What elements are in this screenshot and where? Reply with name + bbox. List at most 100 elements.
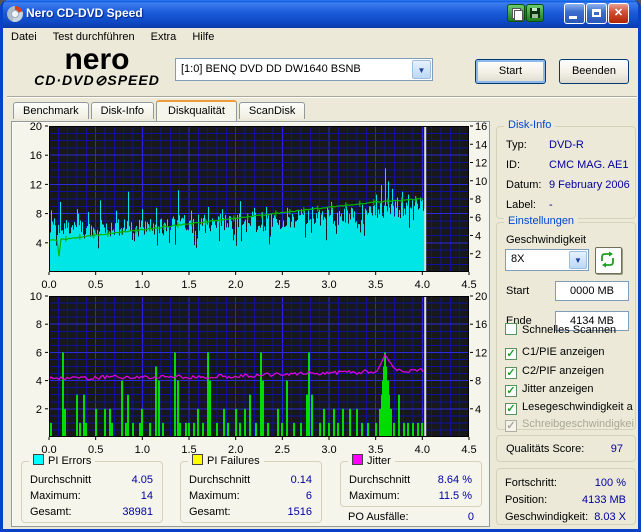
svg-text:6: 6 [475,212,481,224]
legend-swatch [352,454,363,465]
minimize-button[interactable] [564,3,585,24]
svg-text:1.0: 1.0 [135,279,150,290]
stats-value: 14 [140,490,153,502]
stats-label: Maximum: [349,490,400,502]
quit-button[interactable]: Beenden [559,59,629,84]
stats-row: Gesamt: 38981 [22,506,162,520]
refresh-button[interactable] [595,247,622,274]
disk-info-label: ID: [506,159,521,171]
progress-label: Geschwindigkeit: [505,511,589,523]
checkbox-icon[interactable]: ✓ [505,385,517,397]
close-button[interactable]: ✕ [608,3,629,24]
stats-label: Maximum: [189,490,240,502]
svg-text:3.0: 3.0 [321,444,336,456]
checkbox-jitter-anzeigen[interactable]: ✓ Jitter anzeigen [505,383,594,398]
stats-row: Maximum: 11.5 % [341,490,481,504]
app-icon [7,6,23,22]
checkbox-label: C2/PIF anzeigen [522,365,604,377]
stats-label: Gesamt: [30,506,72,518]
disk-info-title: Disk-Info [504,119,556,131]
checkbox-label: C1/PIE anzeigen [522,346,605,358]
stats-row: Durchschnitt 0.14 [181,474,321,488]
save-report-button[interactable] [526,4,544,22]
speed-selector[interactable]: 8X ▼ [505,249,589,271]
stats-value: 11.5 % [438,490,472,502]
title-bar[interactable]: Nero CD-DVD Speed ✕ [3,0,638,28]
maximize-button[interactable] [586,3,607,24]
svg-text:4: 4 [36,376,42,388]
checkbox-label: Lesegeschwindigkeit a [522,401,633,413]
progress-value: 4133 MB [581,494,626,506]
checkbox-schnelles-scannen[interactable]: Schnelles Scannen [505,323,616,338]
start-position-field[interactable]: 0000 MB [555,281,629,301]
progress-row: Geschwindigkeit: 8.03 X [497,511,635,525]
progress-box: Fortschritt: 100 % Position: 4133 MB Geschwi… [496,468,636,525]
checkbox-schreibgeschwindigkei[interactable]: ✓ Schreibgeschwindigkei [505,418,634,433]
stats-label: Durchschnitt [349,474,411,486]
svg-text:20: 20 [30,121,42,133]
stats-value: 0.14 [290,474,312,486]
checkbox-c1-pie-anzeigen[interactable]: ✓ C1/PIE anzeigen [505,346,605,361]
svg-text:20: 20 [475,291,487,303]
disk-info-label: Datum: [506,179,542,191]
checkbox-icon[interactable]: ✓ [505,348,517,360]
copy-report-button[interactable] [507,4,525,22]
svg-text:2: 2 [475,249,481,261]
disk-info-row: Label: - [497,199,635,215]
checkbox-label: Jitter anzeigen [522,383,594,395]
progress-row: Position: 4133 MB [497,494,635,508]
svg-text:10: 10 [475,176,487,188]
disk-info-row: ID: CMC MAG. AE1 [497,159,635,175]
svg-text:8: 8 [36,319,42,331]
toolbar-separator [7,96,637,98]
svg-text:10: 10 [30,291,42,303]
svg-text:8: 8 [36,209,42,221]
svg-text:2: 2 [36,404,42,416]
chevron-down-icon[interactable]: ▼ [412,60,431,79]
po-failures-value: 0 [467,511,474,523]
svg-text:4: 4 [475,404,481,416]
svg-text:2.5: 2.5 [275,279,290,290]
checkbox-lesegeschwindigkeit-a[interactable]: ✓ Lesegeschwindigkeit a [505,401,633,416]
tab-scandisk[interactable]: ScanDisk [238,102,306,119]
disk-info-label: Label: [506,199,536,211]
tab-disk-info[interactable]: Disk-Info [90,102,155,119]
progress-row: Fortschritt: 100 % [497,477,635,491]
stats-label: Maximum: [30,490,81,502]
stats-label: Gesamt: [189,506,231,518]
checkbox-icon[interactable]: ✓ [505,420,517,432]
checkbox-c2-pif-anzeigen[interactable]: ✓ C2/PIF anzeigen [505,365,604,380]
checkbox-icon[interactable]: ✓ [505,367,517,379]
stats-title: PI Errors [29,454,96,467]
svg-text:0.5: 0.5 [88,279,103,290]
svg-text:4.0: 4.0 [415,279,430,290]
svg-text:2.0: 2.0 [228,279,243,290]
checkbox-icon[interactable] [505,323,517,335]
tab-benchmark[interactable]: Benchmark [13,102,89,119]
drive-selector[interactable]: [1:0] BENQ DVD DD DW1640 BSNB ▼ [175,58,433,81]
svg-text:12: 12 [30,179,42,191]
disk-info-label: Typ: [506,139,527,151]
stats-title-text: PI Failures [207,455,260,467]
svg-text:14: 14 [475,139,487,151]
checkbox-icon[interactable]: ✓ [505,403,517,415]
disk-info-value: - [549,199,553,211]
progress-value: 100 % [594,477,626,489]
legend-swatch [192,454,203,465]
menu-item-datei[interactable]: Datei [3,28,45,48]
start-button[interactable]: Start [475,59,546,84]
chevron-down-icon[interactable]: ▼ [569,251,587,269]
tab-diskqualit-t[interactable]: Diskqualität [156,100,237,121]
stats-row: Maximum: 6 [181,490,321,504]
svg-text:3.5: 3.5 [368,279,383,290]
settings-title: Einstellungen [504,215,579,227]
disk-info-value: DVD-R [549,139,584,151]
svg-text:16: 16 [30,150,42,162]
speed-label: Geschwindigkeit [506,234,587,246]
menu-item-hilfe[interactable]: Hilfe [184,28,222,48]
progress-value: 8.03 X [594,511,626,523]
app-window: Nero CD-DVD Speed ✕ Datei Test durchführe… [0,0,641,532]
stats-value: 1516 [287,506,312,518]
drive-selector-value: [1:0] BENQ DVD DD DW1640 BSNB [181,63,361,75]
menu-item-extra[interactable]: Extra [143,28,185,48]
